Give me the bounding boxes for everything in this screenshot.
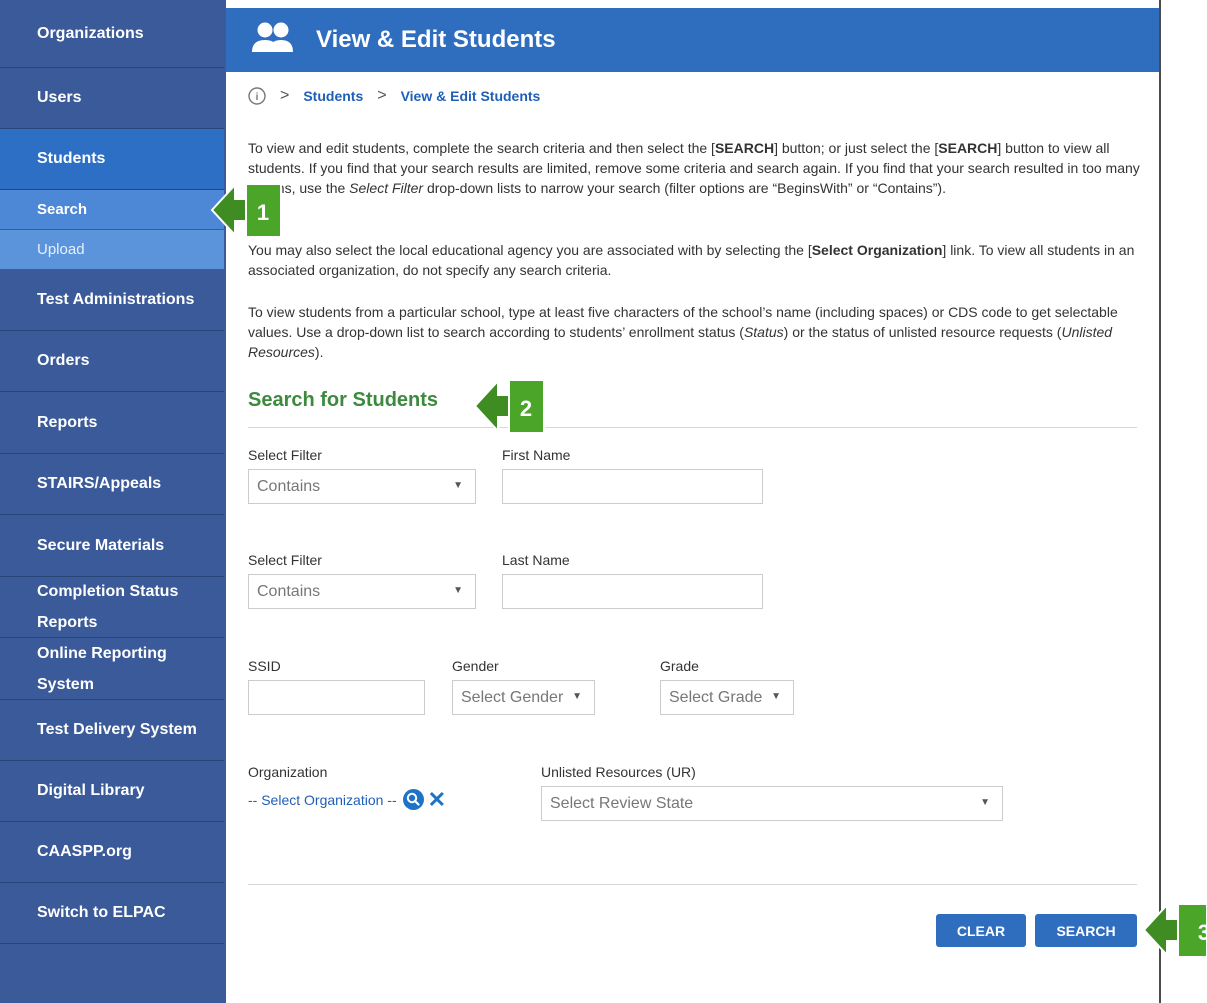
breadcrumb-separator: > <box>377 87 387 104</box>
sidebar-item-label: Reports <box>37 413 98 431</box>
ssid-input[interactable] <box>248 680 425 715</box>
sidebar-item-orders[interactable]: Orders <box>0 331 224 392</box>
sidebar-item-label: Secure Materials <box>37 536 165 554</box>
callout-arrow-3: 3 <box>1142 902 1207 958</box>
sidebar-item-users[interactable]: Users <box>0 68 224 129</box>
first-name-input[interactable] <box>502 469 763 504</box>
callout-arrow-1: 1 <box>210 182 282 238</box>
sidebar-item-students[interactable]: Students <box>0 129 224 190</box>
sidebar-item-label: Users <box>37 89 82 106</box>
select-value: Select Grade <box>669 688 763 706</box>
grade-label: Grade <box>660 658 699 674</box>
sidebar-item-completion-status-reports[interactable]: Completion Status Reports <box>0 577 224 638</box>
page-header: View & Edit Students <box>226 8 1159 72</box>
callout-number: 3 <box>1198 920 1207 945</box>
sidebar-item-label: Digital Library <box>37 782 145 799</box>
sidebar-item-organizations[interactable]: Organizations <box>0 0 224 68</box>
caret-down-icon: ▼ <box>771 691 781 702</box>
sidebar-subitem-label: Search <box>37 201 88 218</box>
sidebar-subitem-upload[interactable]: Upload <box>0 230 224 269</box>
instructions-paragraph-1: To view and edit students, complete the … <box>248 140 1140 196</box>
select-value: Select Gender <box>461 688 564 706</box>
breadcrumb-view-edit-students[interactable]: View & Edit Students <box>401 88 541 104</box>
breadcrumb: i > Students > View & Edit Students <box>248 86 540 106</box>
sidebar-item-caaspp[interactable]: CAASPP.org <box>0 822 224 883</box>
sidebar-item-digital-library[interactable]: Digital Library <box>0 761 224 822</box>
sidebar-item-label: STAIRS/Appeals <box>37 475 162 492</box>
select-filter-label: Select Filter <box>248 552 322 568</box>
breadcrumb-students[interactable]: Students <box>303 88 363 104</box>
instructions-paragraph-2: You may also select the local educationa… <box>248 242 1135 278</box>
sidebar-item-label-line2: Reports <box>37 614 98 631</box>
select-value: Select Review State <box>550 794 694 812</box>
sidebar-item-label: CAASPP.org <box>37 843 132 860</box>
unlisted-resources-select[interactable]: Select Review State ▼ <box>541 786 1003 821</box>
select-filter-label: Select Filter <box>248 447 322 463</box>
caret-down-icon: ▼ <box>453 480 463 491</box>
users-icon <box>252 22 293 52</box>
organization-label: Organization <box>248 764 328 780</box>
sidebar-item-reports[interactable]: Reports <box>0 392 224 454</box>
breadcrumb-separator: > <box>280 87 290 104</box>
page-title: View & Edit Students <box>316 26 556 53</box>
organization-selector: -- Select Organization -- ✕ <box>248 788 446 810</box>
last-name-input[interactable] <box>502 574 763 609</box>
callout-number: 2 <box>520 396 532 421</box>
instructions-paragraph-3: To view students from a particular schoo… <box>248 304 1118 360</box>
sidebar-subitem-label: Upload <box>37 241 85 258</box>
gender-label: Gender <box>452 658 499 674</box>
unlisted-resources-label: Unlisted Resources (UR) <box>541 764 696 780</box>
select-value: Contains <box>257 477 321 495</box>
callout-number: 1 <box>257 200 269 225</box>
sidebar-item-secure-materials[interactable]: Secure Materials <box>0 515 224 577</box>
sidebar-item-stairs-appeals[interactable]: STAIRS/Appeals <box>0 454 224 515</box>
sidebar-item-label: Orders <box>37 352 90 369</box>
search-icon[interactable] <box>402 789 424 810</box>
divider <box>248 427 1137 428</box>
first-name-label: First Name <box>502 447 571 463</box>
caret-down-icon: ▼ <box>453 585 463 596</box>
sidebar: Organizations Users Students Search Uplo… <box>0 0 226 1003</box>
sidebar-item-label: Test Delivery System <box>37 721 197 738</box>
main-content: View & Edit Students i > Students > View… <box>226 0 1161 1003</box>
last-name-label: Last Name <box>502 552 570 568</box>
search-button[interactable]: SEARCH <box>1035 914 1137 947</box>
sidebar-item-online-reporting-system[interactable]: Online Reporting System <box>0 638 224 700</box>
first-name-filter-select[interactable]: Contains ▼ <box>248 469 476 504</box>
ssid-label: SSID <box>248 658 281 674</box>
sidebar-subitem-search[interactable]: Search <box>0 190 224 229</box>
svg-text:i: i <box>256 92 259 103</box>
sidebar-item-label-line2: System <box>37 675 94 693</box>
close-icon[interactable]: ✕ <box>428 788 446 810</box>
sidebar-item-test-administrations[interactable]: Test Administrations <box>0 269 224 331</box>
sidebar-item-test-delivery-system[interactable]: Test Delivery System <box>0 700 224 761</box>
sidebar-item-label: Organizations <box>37 24 144 42</box>
select-organization-link[interactable]: -- Select Organization -- <box>248 792 397 808</box>
callout-arrow-2: 2 <box>473 378 545 434</box>
sidebar-item-label-line1: Online Reporting <box>37 644 167 662</box>
select-value: Contains <box>257 582 321 600</box>
last-name-filter-select[interactable]: Contains ▼ <box>248 574 476 609</box>
sidebar-item-switch-to-elpac[interactable]: Switch to ELPAC <box>0 883 224 944</box>
clear-button[interactable]: CLEAR <box>936 914 1026 947</box>
sidebar-item-label: Test Administrations <box>37 290 195 308</box>
caret-down-icon: ▼ <box>572 691 582 702</box>
home-icon[interactable]: i <box>248 87 266 105</box>
gender-select[interactable]: Select Gender ▼ <box>452 680 595 715</box>
sidebar-item-label: Switch to ELPAC <box>37 904 166 921</box>
caret-down-icon: ▼ <box>980 797 990 808</box>
sidebar-item-label-line1: Completion Status <box>37 583 179 600</box>
sidebar-item-label: Students <box>37 150 106 167</box>
section-title: Search for Students <box>248 389 439 411</box>
grade-select[interactable]: Select Grade ▼ <box>660 680 794 715</box>
divider <box>248 884 1137 885</box>
